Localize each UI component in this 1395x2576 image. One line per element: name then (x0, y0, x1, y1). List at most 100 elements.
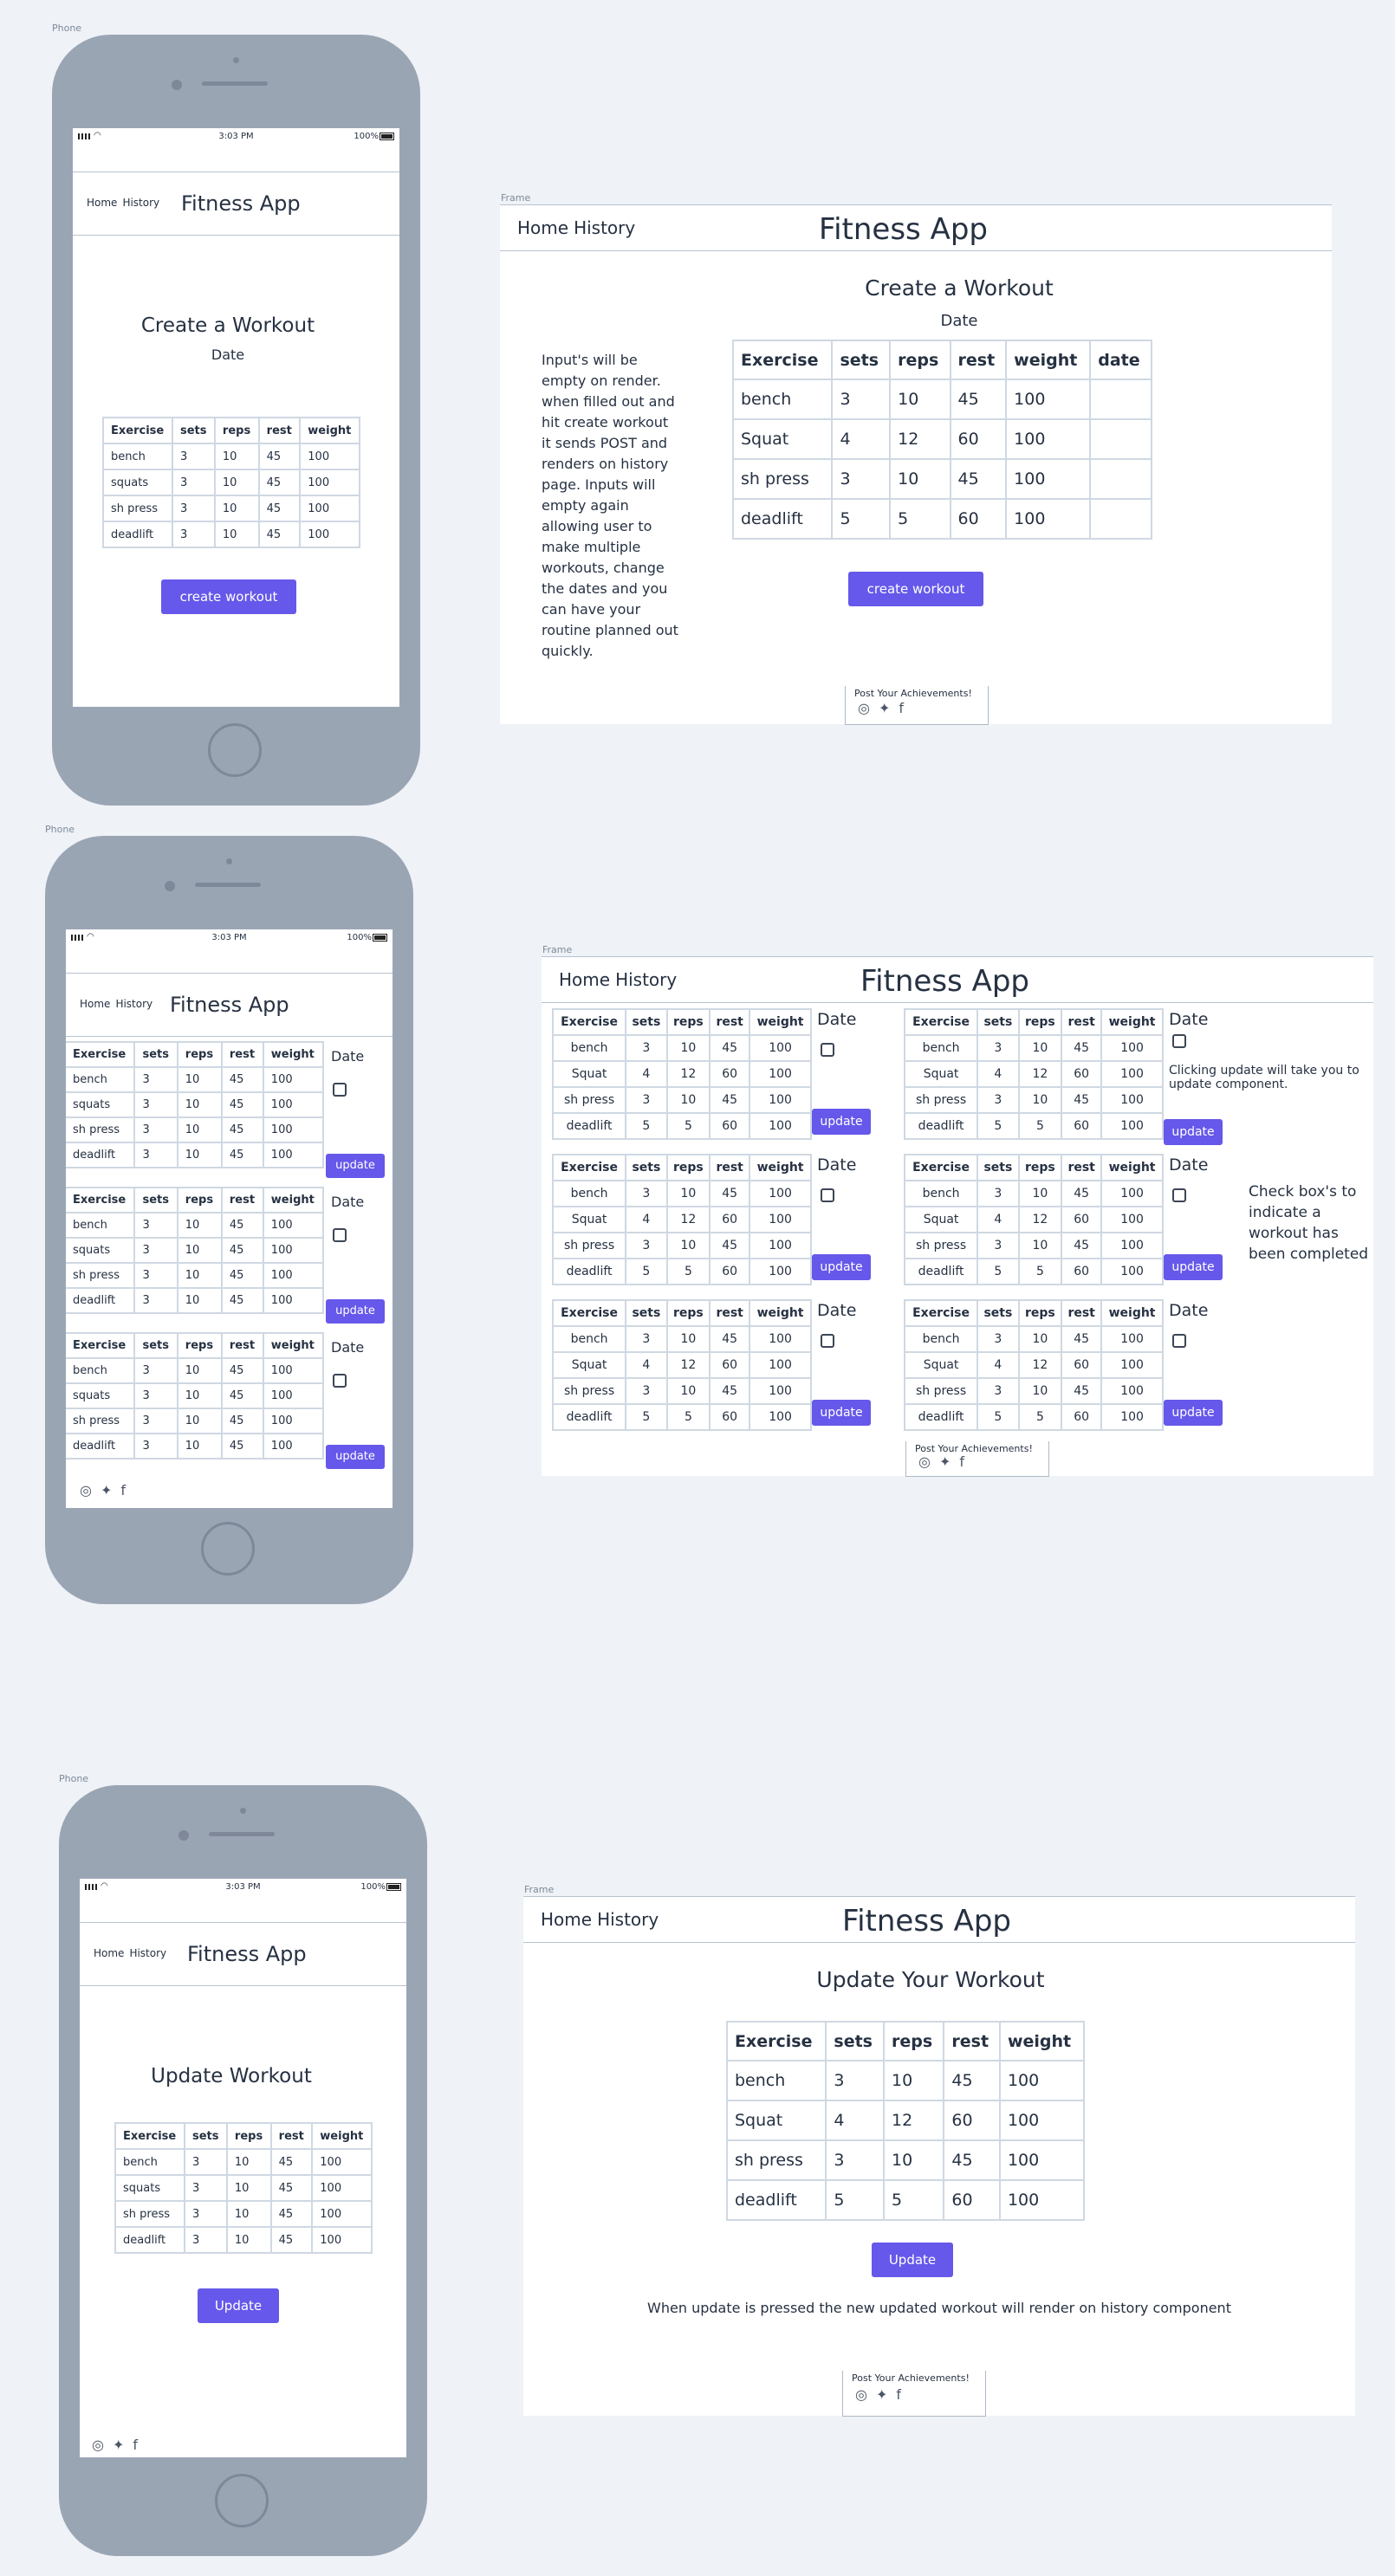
home-button[interactable] (215, 2474, 269, 2527)
cell[interactable]: 100 (299, 495, 360, 522)
cell[interactable]: 3 (831, 458, 892, 500)
cell[interactable]: 100 (1005, 418, 1092, 460)
nav-history-link[interactable]: History (129, 1947, 166, 1959)
home-button[interactable] (208, 723, 262, 777)
instagram-icon[interactable]: ◎ (918, 1453, 931, 1470)
nav-history-link[interactable]: History (115, 998, 152, 1010)
completed-checkbox[interactable] (821, 1334, 834, 1348)
cell[interactable]: 12 (883, 2100, 945, 2141)
cell[interactable]: 100 (1005, 379, 1092, 420)
create-workout-button[interactable]: create workout (848, 572, 983, 606)
cell[interactable]: 5 (831, 498, 892, 540)
cell[interactable]: 5 (889, 498, 951, 540)
cell[interactable]: 3 (183, 2226, 228, 2254)
update-button[interactable]: update (812, 1254, 871, 1280)
nav-home-link[interactable]: Home (559, 969, 610, 990)
cell[interactable]: 3 (171, 443, 216, 470)
cell[interactable]: sh press (102, 495, 173, 522)
cell[interactable]: 10 (889, 458, 951, 500)
completed-checkbox[interactable] (1172, 1034, 1186, 1048)
cell[interactable]: 45 (257, 469, 302, 496)
cell[interactable]: 45 (257, 521, 302, 548)
twitter-icon[interactable]: ✦ (876, 2386, 887, 2403)
cell[interactable]: sh press (731, 458, 834, 500)
cell[interactable]: 45 (943, 2060, 1001, 2101)
cell[interactable]: 3 (831, 379, 892, 420)
cell[interactable]: 60 (943, 2100, 1001, 2141)
cell[interactable]: 10 (213, 495, 260, 522)
cell[interactable]: 10 (225, 2226, 272, 2254)
twitter-icon[interactable]: ✦ (113, 2437, 124, 2453)
update-button[interactable]: update (326, 1445, 385, 1469)
completed-checkbox[interactable] (821, 1188, 834, 1202)
facebook-icon[interactable]: f (899, 700, 904, 716)
cell[interactable]: bench (102, 443, 173, 470)
cell[interactable]: 3 (825, 2139, 886, 2181)
cell[interactable]: deadlift (102, 521, 173, 548)
nav-home-link[interactable]: Home (94, 1947, 124, 1959)
nav-home-link[interactable]: Home (517, 217, 568, 238)
cell[interactable]: 3 (183, 2174, 228, 2202)
cell[interactable]: sh press (725, 2139, 827, 2181)
cell[interactable]: deadlift (725, 2179, 827, 2221)
update-button[interactable]: update (812, 1109, 871, 1135)
cell[interactable]: 60 (949, 418, 1008, 460)
completed-checkbox[interactable] (333, 1374, 347, 1388)
update-button[interactable]: Update (198, 2288, 279, 2323)
twitter-icon[interactable]: ✦ (101, 1482, 112, 1498)
cell[interactable]: 100 (299, 521, 360, 548)
cell[interactable]: 45 (257, 443, 302, 470)
date-cell[interactable] (1089, 498, 1152, 540)
cell[interactable]: 100 (311, 2200, 373, 2228)
date-cell[interactable] (1089, 379, 1152, 420)
cell[interactable]: 10 (883, 2060, 945, 2101)
cell[interactable]: 5 (825, 2179, 886, 2221)
nav-home-link[interactable]: Home (80, 998, 110, 1010)
cell[interactable]: 60 (949, 498, 1008, 540)
cell[interactable]: bench (114, 2148, 185, 2176)
cell[interactable]: bench (725, 2060, 827, 2101)
update-button[interactable]: update (1164, 1400, 1223, 1426)
cell[interactable]: squats (102, 469, 173, 496)
instagram-icon[interactable]: ◎ (858, 700, 870, 716)
cell[interactable]: 10 (883, 2139, 945, 2181)
cell[interactable]: 100 (998, 2139, 1086, 2181)
nav-history-link[interactable]: History (597, 1909, 659, 1930)
cell[interactable]: squats (114, 2174, 185, 2202)
create-workout-button[interactable]: create workout (161, 579, 296, 614)
cell[interactable]: 100 (998, 2060, 1086, 2101)
nav-history-link[interactable]: History (574, 217, 635, 238)
cell[interactable]: bench (731, 379, 834, 420)
instagram-icon[interactable]: ◎ (92, 2437, 104, 2453)
cell[interactable]: 10 (213, 469, 260, 496)
nav-home-link[interactable]: Home (541, 1909, 592, 1930)
cell[interactable]: sh press (114, 2200, 185, 2228)
date-cell[interactable] (1089, 418, 1152, 460)
cell[interactable]: 100 (1005, 498, 1092, 540)
instagram-icon[interactable]: ◎ (80, 1482, 92, 1498)
cell[interactable]: deadlift (114, 2226, 185, 2254)
cell[interactable]: 100 (1005, 458, 1092, 500)
nav-history-link[interactable]: History (122, 197, 159, 209)
cell[interactable]: 60 (943, 2179, 1001, 2221)
completed-checkbox[interactable] (1172, 1188, 1186, 1202)
facebook-icon[interactable]: f (959, 1453, 964, 1470)
cell[interactable]: 5 (883, 2179, 945, 2221)
cell[interactable]: 45 (949, 458, 1008, 500)
instagram-icon[interactable]: ◎ (855, 2386, 867, 2403)
completed-checkbox[interactable] (333, 1228, 347, 1242)
cell[interactable]: 3 (825, 2060, 886, 2101)
cell[interactable]: 10 (225, 2148, 272, 2176)
update-button[interactable]: update (1164, 1254, 1223, 1280)
cell[interactable]: 10 (225, 2174, 272, 2202)
cell[interactable]: 45 (269, 2200, 314, 2228)
nav-history-link[interactable]: History (615, 969, 677, 990)
cell[interactable]: 10 (889, 379, 951, 420)
completed-checkbox[interactable] (1172, 1334, 1186, 1348)
update-button[interactable]: update (326, 1154, 385, 1178)
twitter-icon[interactable]: ✦ (939, 1453, 951, 1470)
cell[interactable]: 45 (949, 379, 1008, 420)
cell[interactable]: 100 (998, 2179, 1086, 2221)
cell[interactable]: 10 (213, 521, 260, 548)
cell[interactable]: 45 (943, 2139, 1001, 2181)
